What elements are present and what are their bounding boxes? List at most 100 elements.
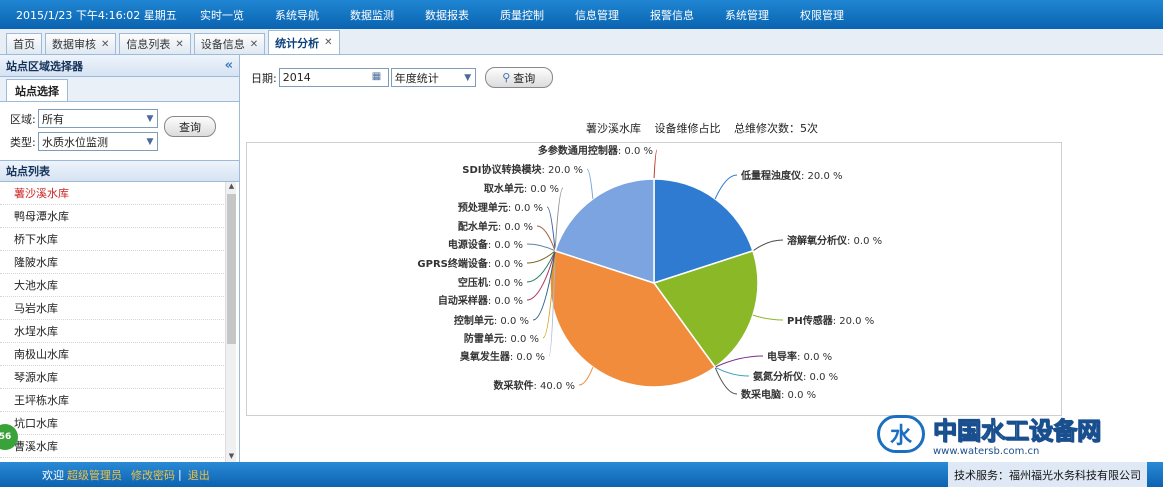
site-logo: 水 中国水工设备网 www.watersb.com.cn <box>877 411 1157 458</box>
pie-leader-line <box>752 314 784 321</box>
list-item[interactable]: 隆陂水库 <box>0 251 224 274</box>
logout-link[interactable]: 退出 <box>188 467 210 483</box>
logo-text: 中国水工设备网 www.watersb.com.cn <box>933 411 1102 458</box>
tab-bar: 首页 数据审核 ✕ 信息列表 ✕ 设备信息 ✕ 统计分析 ✕ <box>0 29 1163 55</box>
tab-label: 首页 <box>13 38 35 51</box>
station-selector-panel: 站点区域选择器 « 站点选择 区域: 所有 ▼ 类型: 水质水位监测 ▼ 查询 … <box>0 55 240 462</box>
main-menu: 实时一览 系统导航 数据监测 数据报表 质量控制 信息管理 报警信息 系统管理 … <box>200 7 875 23</box>
tab-home[interactable]: 首页 <box>6 33 42 54</box>
station-query-button[interactable]: 查询 <box>164 116 216 137</box>
tab-statistics[interactable]: 统计分析 ✕ <box>268 30 340 54</box>
menu-item-info[interactable]: 信息管理 <box>575 7 619 23</box>
menu-item-system[interactable]: 系统管理 <box>725 7 769 23</box>
pie-data-label: PH传感器: 20.0 % <box>787 314 874 327</box>
pie-data-label: 数采软件: 40.0 % <box>494 379 576 392</box>
station-list-scrollbar[interactable]: ▲ ▼ <box>225 182 236 462</box>
list-item[interactable]: 鸭母潭水库 <box>0 205 224 228</box>
menu-item-reports[interactable]: 数据报表 <box>425 7 469 23</box>
pie-leader-line <box>526 243 556 252</box>
pie-chart: 多参数通用控制器: 0.0 % 低量程浊度仪: 20.0 % 溶解氧分析仪: 0.0… <box>417 144 882 401</box>
welcome-text: 欢迎 <box>42 468 64 482</box>
tab-info-list[interactable]: 信息列表 ✕ <box>119 33 191 54</box>
close-icon[interactable]: ✕ <box>175 39 183 50</box>
scroll-thumb[interactable] <box>227 194 236 344</box>
panel-title: 站点区域选择器 <box>6 59 83 73</box>
search-button[interactable]: ⚲ 查询 <box>484 67 553 88</box>
subtab-bar: 站点选择 <box>0 77 239 102</box>
region-value: 所有 <box>42 112 64 126</box>
scroll-down-icon[interactable]: ▼ <box>226 452 237 462</box>
water-drop-logo-icon: 水 <box>877 415 925 453</box>
tab-label: 设备信息 <box>200 38 245 51</box>
pie-data-label: 臭氧发生器: 0.0 % <box>460 350 545 363</box>
region-select[interactable]: 所有 ▼ <box>38 109 158 128</box>
pie-leader-line <box>714 366 750 377</box>
date-value: 2014 <box>282 71 311 84</box>
tab-data-audit[interactable]: 数据审核 ✕ <box>45 33 117 54</box>
list-item[interactable]: 马岩水库 <box>0 297 224 320</box>
datetime-display: 2015/1/23 下午4:16:02 星期五 <box>16 8 177 22</box>
list-item[interactable]: 水埕水库 <box>0 320 224 343</box>
tech-support-text: 技术服务：福州福光水务科技有限公司 <box>948 462 1147 487</box>
list-item[interactable]: 琴源水库 <box>0 366 224 389</box>
pie-leader-line <box>752 239 784 252</box>
chart-total: 总维修次数：5次 <box>734 122 818 135</box>
search-icon: ⚲ <box>502 71 511 84</box>
list-item[interactable]: 南极山水库 <box>0 343 224 366</box>
collapse-icon[interactable]: « <box>225 58 233 73</box>
date-input[interactable]: 2014 ▦ <box>278 68 389 87</box>
statistics-panel: 日期: 2014 ▦ 年度统计 ▼ ⚲ 查询 薯沙溪水库 设备维修占比 总维修次… <box>241 55 1163 462</box>
menu-item-alarm[interactable]: 报警信息 <box>650 7 694 23</box>
pie-data-label: 低量程浊度仪: 20.0 % <box>740 169 843 182</box>
pie-leader-line <box>586 168 594 199</box>
station-list: 薯沙溪水库 鸭母潭水库 桥下水库 隆陂水库 大池水库 马岩水库 水埕水库 南极山… <box>0 182 239 462</box>
list-item[interactable]: 大池水库 <box>0 274 224 297</box>
separator: | <box>178 468 182 481</box>
subtab-station-select[interactable]: 站点选择 <box>6 79 68 101</box>
pie-data-label: 溶解氧分析仪: 0.0 % <box>787 234 882 247</box>
pie-data-label: 多参数通用控制器: 0.0 % <box>538 144 653 157</box>
search-button-label: 查询 <box>513 71 536 85</box>
list-item[interactable]: 曹溪水库 <box>0 435 224 458</box>
top-menu-bar: 2015/1/23 下午4:16:02 星期五 实时一览 系统导航 数据监测 数… <box>0 0 1163 29</box>
chevron-down-icon: ▼ <box>146 136 154 147</box>
close-icon[interactable]: ✕ <box>324 37 332 48</box>
chart-title: 薯沙溪水库 设备维修占比 总维修次数：5次 <box>241 120 1163 136</box>
change-password-link[interactable]: 修改密码 <box>131 467 175 483</box>
pie-data-label: 氨氮分析仪: 0.0 % <box>753 370 838 383</box>
pie-leader-line <box>653 149 658 180</box>
menu-item-quality[interactable]: 质量控制 <box>500 7 544 23</box>
menu-item-realtime[interactable]: 实时一览 <box>200 7 244 23</box>
type-label: 类型: <box>10 135 36 149</box>
pie-data-label: 预处理单元: 0.0 % <box>458 201 543 214</box>
pie-data-label: 空压机: 0.0 % <box>458 276 523 289</box>
tab-device-info[interactable]: 设备信息 ✕ <box>193 33 266 54</box>
scroll-up-icon[interactable]: ▲ <box>226 182 237 192</box>
list-item[interactable]: 薯沙溪水库 <box>0 182 224 205</box>
period-select[interactable]: 年度统计 ▼ <box>390 68 476 87</box>
pie-data-label: 配水单元: 0.0 % <box>458 220 533 233</box>
close-icon[interactable]: ✕ <box>101 39 109 50</box>
chevron-down-icon: ▼ <box>146 113 154 124</box>
tab-label: 统计分析 <box>275 36 320 50</box>
menu-item-navigation[interactable]: 系统导航 <box>275 7 319 23</box>
type-select[interactable]: 水质水位监测 ▼ <box>38 132 158 151</box>
panel-header: 站点区域选择器 « <box>0 55 239 77</box>
query-toolbar: 日期: 2014 ▦ 年度统计 ▼ ⚲ 查询 <box>251 67 553 88</box>
menu-item-monitoring[interactable]: 数据监测 <box>350 7 394 23</box>
pie-data-label: 控制单元: 0.0 % <box>454 314 529 327</box>
pie-data-label: 数采电脑: 0.0 % <box>741 388 816 401</box>
list-item[interactable]: 坑口水库 <box>0 412 224 435</box>
pie-data-label: GPRS终端设备: 0.0 % <box>417 257 523 270</box>
pie-leader-line <box>546 206 556 251</box>
pie-data-label: 电源设备: 0.0 % <box>448 238 523 251</box>
pie-leader-line <box>714 174 738 200</box>
calendar-icon[interactable]: ▦ <box>372 71 386 85</box>
pie-data-label: 取水单元: 0.0 % <box>484 182 559 195</box>
list-item[interactable]: 桥下水库 <box>0 228 224 251</box>
current-user-link[interactable]: 超级管理员 <box>67 467 122 483</box>
type-value: 水质水位监测 <box>42 135 108 149</box>
close-icon[interactable]: ✕ <box>250 39 258 50</box>
menu-item-permission[interactable]: 权限管理 <box>800 7 844 23</box>
list-item[interactable]: 王坪栋水库 <box>0 389 224 412</box>
